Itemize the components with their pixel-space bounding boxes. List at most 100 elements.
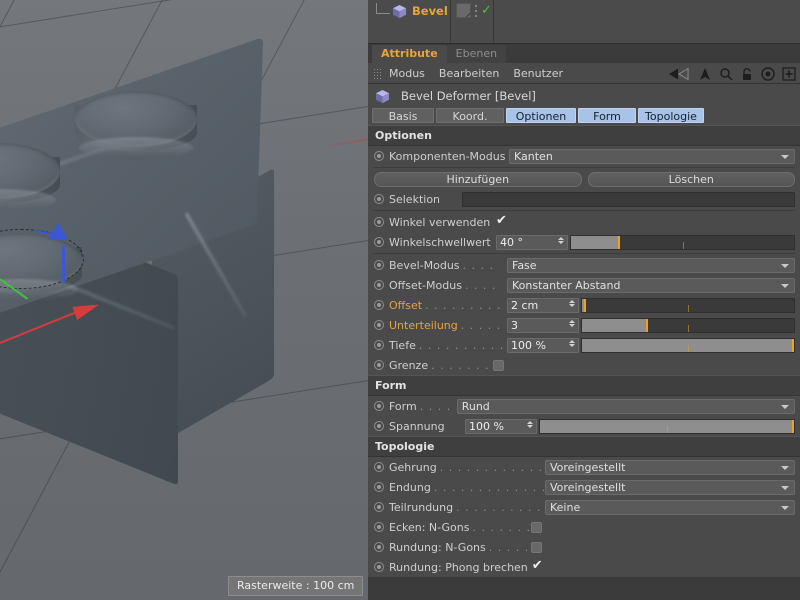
green-check-icon[interactable]: ✓: [481, 4, 492, 17]
animate-dot-icon[interactable]: [374, 562, 384, 572]
animate-dot-icon[interactable]: [374, 237, 384, 247]
row-selektion[interactable]: Selektion: [368, 189, 800, 209]
row-offset-modus[interactable]: Offset-Modus . . . . Konstanter Abstand: [368, 275, 800, 295]
animate-dot-icon[interactable]: [374, 360, 384, 370]
grip-handle-icon[interactable]: [373, 67, 382, 79]
slider-tiefe[interactable]: [581, 337, 795, 353]
attribute-menubar[interactable]: Modus Bearbeiten Benutzer: [368, 63, 800, 84]
spinner-icon[interactable]: [558, 236, 564, 244]
input-spannung[interactable]: 100 %: [465, 418, 537, 434]
row-form[interactable]: Form . . . . Rund: [368, 396, 800, 416]
axis-gizmo[interactable]: [0, 190, 148, 344]
selektion-input[interactable]: [462, 191, 795, 207]
gizmo-z-axis: [62, 246, 65, 282]
row-rundung-phong[interactable]: Rundung: Phong brechen: [368, 557, 800, 577]
unlock-icon[interactable]: [740, 67, 754, 81]
spinner-icon[interactable]: [569, 319, 575, 327]
spinner-icon[interactable]: [569, 299, 575, 307]
spinner-icon[interactable]: [569, 339, 575, 347]
tab-basis[interactable]: Basis: [372, 108, 434, 123]
row-komponenten-modus[interactable]: Komponenten-Modus Kanten: [368, 146, 800, 166]
animate-dot-icon[interactable]: [374, 217, 384, 227]
row-teilrundung[interactable]: Teilrundung . . . . . . . . . . Keine: [368, 497, 800, 517]
slider-spannung[interactable]: [539, 418, 795, 434]
slider-offset[interactable]: [581, 297, 795, 313]
tab-attribute[interactable]: Attribute: [372, 45, 447, 63]
object-tags[interactable]: ✓: [456, 3, 492, 18]
input-winkelschwellwert[interactable]: 40 °: [496, 234, 568, 250]
spinner-icon[interactable]: [527, 420, 533, 428]
input-unterteilung[interactable]: 3: [507, 317, 579, 333]
slider-unterteilung[interactable]: [581, 317, 795, 333]
texture-tag-icon[interactable]: [456, 3, 471, 18]
label-form: Form: [389, 399, 417, 413]
row-winkelschwellwert[interactable]: Winkelschwellwert 40 °: [368, 232, 800, 252]
animate-dot-icon[interactable]: [374, 502, 384, 512]
3d-viewport[interactable]: Rasterweite : 100 cm: [0, 0, 368, 600]
back-forward-arrows-icon[interactable]: [669, 67, 691, 81]
attribute-manager-tabs[interactable]: Attribute Ebenen: [368, 44, 800, 63]
tab-topologie[interactable]: Topologie: [638, 108, 704, 123]
dropdown-form[interactable]: Rund: [456, 398, 795, 414]
row-endung[interactable]: Endung . . . . . . . . . . . . . Voreing…: [368, 477, 800, 497]
plus-box-icon[interactable]: [782, 66, 796, 81]
dropdown-gehrung[interactable]: Voreingestellt: [545, 459, 795, 475]
checkbox-ecken-ngons[interactable]: [531, 521, 542, 533]
row-spannung[interactable]: Spannung 100 %: [368, 416, 800, 436]
animate-dot-icon[interactable]: [374, 542, 384, 552]
animate-dot-icon[interactable]: [374, 260, 384, 270]
property-tabs[interactable]: Basis Koord. Optionen Form Topologie: [368, 108, 800, 125]
grid-size-label: Rasterweite : 100 cm: [228, 576, 364, 596]
up-arrow-icon[interactable]: [698, 67, 712, 81]
animate-dot-icon[interactable]: [374, 522, 384, 532]
search-icon[interactable]: [719, 67, 733, 81]
animate-dot-icon[interactable]: [374, 462, 384, 472]
slider-winkelschwellwert[interactable]: [570, 234, 795, 250]
dropdown-endung[interactable]: Voreingestellt: [545, 479, 795, 495]
input-offset[interactable]: 2 cm: [507, 297, 579, 313]
checkbox-grenze[interactable]: [493, 359, 504, 371]
menu-modus[interactable]: Modus: [389, 67, 425, 80]
dropdown-komponenten-modus[interactable]: Kanten: [509, 148, 795, 164]
row-unterteilung[interactable]: Unterteilung . . . . . 3: [368, 315, 800, 335]
row-offset[interactable]: Offset . . . . . . . . . . 2 cm: [368, 295, 800, 315]
menu-benutzer[interactable]: Benutzer: [513, 67, 563, 80]
tab-ebenen[interactable]: Ebenen: [446, 45, 507, 63]
object-row-bevel[interactable]: Bevel: [368, 0, 800, 22]
row-tiefe[interactable]: Tiefe . . . . . . . . . . . 100 %: [368, 335, 800, 355]
dot-leader: . . . . . . . . . .: [425, 298, 507, 312]
animate-dot-icon[interactable]: [374, 320, 384, 330]
dropdown-bevel-modus[interactable]: Fase: [507, 257, 795, 273]
dropdown-teilrundung[interactable]: Keine: [545, 499, 795, 515]
input-value: 3: [511, 318, 518, 332]
row-bevel-modus[interactable]: Bevel-Modus . . . . Fase: [368, 255, 800, 275]
row-ecken-ngons[interactable]: Ecken: N-Gons . . . . . . . . .: [368, 517, 800, 537]
delete-button[interactable]: Löschen: [587, 171, 795, 187]
row-gehrung[interactable]: Gehrung . . . . . . . . . . . . Voreinge…: [368, 457, 800, 477]
tab-form[interactable]: Form: [578, 108, 636, 123]
row-rundung-ngons[interactable]: Rundung: N-Gons . . . . . . .: [368, 537, 800, 557]
object-manager[interactable]: Bevel ✓: [368, 0, 800, 44]
animate-dot-icon[interactable]: [374, 482, 384, 492]
animate-dot-icon[interactable]: [374, 280, 384, 290]
animate-dot-icon[interactable]: [374, 151, 384, 161]
tab-optionen[interactable]: Optionen: [506, 108, 576, 123]
menu-bearbeiten[interactable]: Bearbeiten: [439, 67, 499, 80]
checkbox-winkel-verwenden[interactable]: [496, 214, 507, 228]
animate-dot-icon[interactable]: [374, 194, 384, 204]
add-button[interactable]: Hinzufügen: [374, 171, 582, 187]
input-tiefe[interactable]: 100 %: [507, 337, 579, 353]
target-icon[interactable]: [761, 66, 775, 81]
dropdown-offset-modus[interactable]: Konstanter Abstand: [507, 277, 795, 293]
checkbox-rundung-phong[interactable]: [532, 559, 543, 573]
animate-dot-icon[interactable]: [374, 421, 384, 431]
row-winkel-verwenden[interactable]: Winkel verwenden: [368, 212, 800, 232]
animate-dot-icon[interactable]: [374, 340, 384, 350]
animate-dot-icon[interactable]: [374, 300, 384, 310]
row-grenze[interactable]: Grenze . . . . . . . . . .: [368, 355, 800, 375]
tab-koord[interactable]: Koord.: [436, 108, 504, 123]
row-action-buttons[interactable]: Hinzufügen Löschen: [368, 169, 800, 189]
object-manager-column-divider: [450, 0, 451, 43]
animate-dot-icon[interactable]: [374, 401, 384, 411]
checkbox-rundung-ngons[interactable]: [531, 541, 542, 553]
